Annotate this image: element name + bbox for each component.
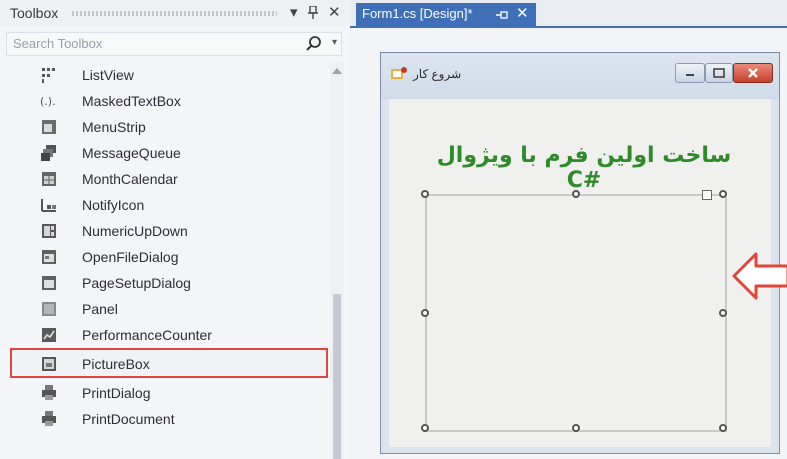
pagesetupdialog-icon [42,276,56,290]
dropdown-arrow-icon[interactable]: ▾ [290,3,298,21]
toolbox-scrollbar[interactable] [330,62,344,459]
toolbox-item-label: MonthCalendar [82,171,178,187]
toolbox-header: Toolbox ▾ ✕ [0,0,350,26]
form-title: شروع کار [413,67,462,81]
header-grip[interactable] [72,11,277,16]
toolbox-item-label: MenuStrip [82,119,146,135]
listview-icon [42,68,55,83]
tab-pin-icon[interactable] [496,9,508,21]
performancecounter-icon [42,328,56,342]
toolbox-list: ListView (.). MaskedTextBox MenuStrip Me… [10,62,328,459]
minimize-icon [686,74,694,76]
toolbox-item-printdialog[interactable]: PrintDialog [10,380,328,406]
printdocument-icon [42,411,56,426]
toolbox-item-monthcalendar[interactable]: MonthCalendar [10,166,328,192]
toolbox-item-listview[interactable]: ListView [10,62,328,88]
smart-tag-icon[interactable] [702,190,712,200]
monthcalendar-icon [42,172,56,186]
picturebox-icon [42,357,56,371]
toolbox-item-label: PageSetupDialog [82,275,191,291]
search-options-icon[interactable]: ▾ [332,37,337,48]
toolbox-item-performancecounter[interactable]: PerformanceCounter [10,322,328,348]
menustrip-icon [42,120,56,134]
document-tab-strip: Form1.cs [Design]* ✕ [350,0,787,28]
maximize-icon [713,68,725,78]
resize-handle-top-left[interactable] [421,190,429,198]
toolbox-item-label: NotifyIcon [82,197,145,213]
toolbox-item-label: PrintDocument [82,411,175,427]
toolbox-search-box[interactable]: Search Toolbox ▾ [6,32,342,56]
resize-handle-top-right[interactable] [719,190,727,198]
toolbox-item-label: ListView [82,67,134,83]
openfiledialog-icon [42,250,56,264]
notifyicon-icon [41,199,56,212]
toolbox-panel: Toolbox ▾ ✕ Search Toolbox ▾ ListView (.… [0,0,350,459]
pointer-arrow-icon [732,252,787,300]
pin-icon[interactable] [308,3,318,24]
form-app-icon [391,67,407,79]
close-icon [748,68,758,78]
close-icon[interactable]: ✕ [328,3,341,21]
toolbox-item-openfiledialog[interactable]: OpenFileDialog [10,244,328,270]
panel-icon [42,302,56,316]
toolbox-title: Toolbox [10,5,59,21]
maximize-button[interactable] [705,63,733,83]
toolbox-item-label: MaskedTextBox [82,93,181,109]
toolbox-item-messagequeue[interactable]: MessageQueue [10,140,328,166]
search-input[interactable]: Search Toolbox [13,36,102,51]
toolbox-item-label: PrintDialog [82,385,151,401]
scroll-thumb[interactable] [333,294,341,459]
minimize-button[interactable] [675,63,705,83]
printdialog-icon [42,385,56,400]
messagequeue-icon [41,145,56,161]
toolbox-item-pagesetupdialog[interactable]: PageSetupDialog [10,270,328,296]
toolbox-item-notifyicon[interactable]: NotifyIcon [10,192,328,218]
maskedtextbox-icon: (.). [40,95,56,108]
resize-handle-left[interactable] [421,309,429,317]
close-button[interactable] [733,63,773,83]
toolbox-item-numericupdown[interactable]: NumericUpDown [10,218,328,244]
toolbox-item-label: PerformanceCounter [82,327,212,343]
toolbox-item-label: MessageQueue [82,145,181,161]
picturebox-control[interactable] [421,190,727,432]
tab-close-icon[interactable]: ✕ [516,4,529,22]
form-titlebar[interactable]: شروع کار [381,53,779,99]
form-client-area[interactable]: ساخت اولین فرم با ویژوال #C [389,99,771,447]
toolbox-item-label: Panel [82,301,118,317]
toolbox-item-label: OpenFileDialog [82,249,179,265]
resize-handle-right[interactable] [719,309,727,317]
tab-form1-design[interactable]: Form1.cs [Design]* ✕ [356,3,536,26]
search-icon[interactable] [305,35,323,53]
toolbox-item-picturebox[interactable]: PictureBox [10,348,328,378]
resize-handle-bottom-right[interactable] [719,424,727,432]
toolbox-item-printdocument[interactable]: PrintDocument [10,406,328,432]
tab-label: Form1.cs [Design]* [362,6,473,21]
form-heading-label[interactable]: ساخت اولین فرم با ویژوال #C [419,143,749,193]
toolbox-item-label: PictureBox [82,356,150,372]
resize-handle-bottom-left[interactable] [421,424,429,432]
toolbox-item-menustrip[interactable]: MenuStrip [10,114,328,140]
toolbox-item-panel[interactable]: Panel [10,296,328,322]
resize-handle-bottom[interactable] [572,424,580,432]
resize-handle-top[interactable] [572,190,580,198]
toolbox-item-label: NumericUpDown [82,223,188,239]
form-window[interactable]: شروع کار ساخت اولین فرم با ویژوال #C [380,52,780,454]
toolbox-item-maskedtextbox[interactable]: (.). MaskedTextBox [10,88,328,114]
svg-text:(.).: (.). [40,95,56,108]
numericupdown-icon [42,224,56,238]
scroll-up-icon[interactable] [332,68,342,74]
